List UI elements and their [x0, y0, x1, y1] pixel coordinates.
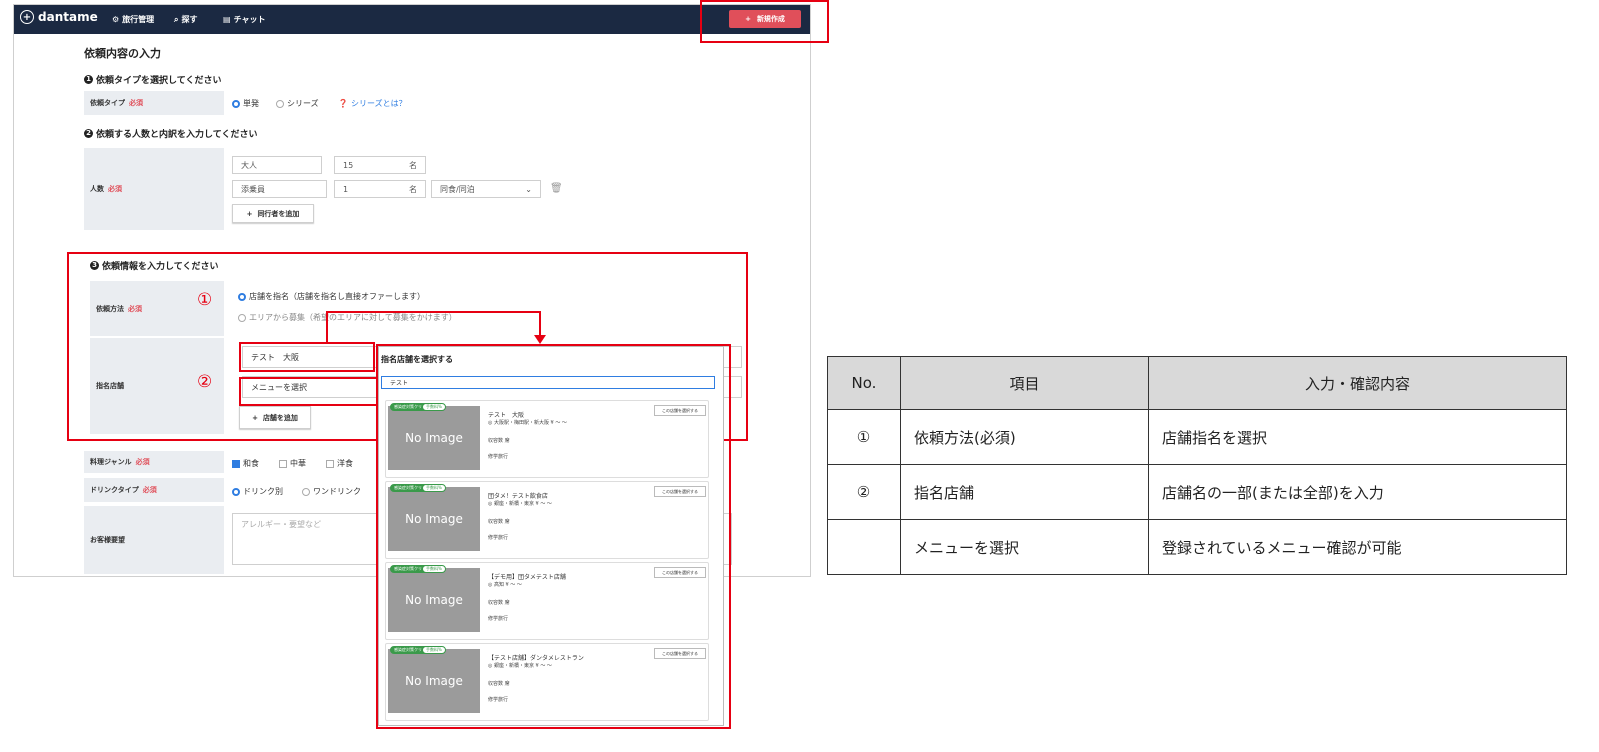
header-no: No.: [827, 356, 901, 410]
cell-item: メニューを選択: [900, 519, 1149, 575]
cell-no: [827, 519, 901, 575]
table-header-row: No. 項目 入力・確認内容: [827, 356, 1567, 410]
cell-content: 店舗名の一部(または全部)を入力: [1148, 464, 1567, 520]
cell-item: 依頼方法(必須): [900, 409, 1149, 465]
cell-no: ②: [827, 464, 901, 520]
cell-content: 登録されているメニュー確認が可能: [1148, 519, 1567, 575]
explanation-table: No. 項目 入力・確認内容 ① 依頼方法(必須) 店舗指名を選択 ② 指名店舗…: [827, 356, 1567, 575]
cell-no: ①: [827, 409, 901, 465]
table-row: ① 依頼方法(必須) 店舗指名を選択: [827, 409, 1567, 465]
table-row: メニューを選択 登録されているメニュー確認が可能: [827, 519, 1567, 575]
header-content: 入力・確認内容: [1148, 356, 1567, 410]
table-row: ② 指名店舗 店舗名の一部(または全部)を入力: [827, 464, 1567, 520]
cell-item: 指名店舗: [900, 464, 1149, 520]
header-item: 項目: [900, 356, 1149, 410]
cell-content: 店舗指名を選択: [1148, 409, 1567, 465]
